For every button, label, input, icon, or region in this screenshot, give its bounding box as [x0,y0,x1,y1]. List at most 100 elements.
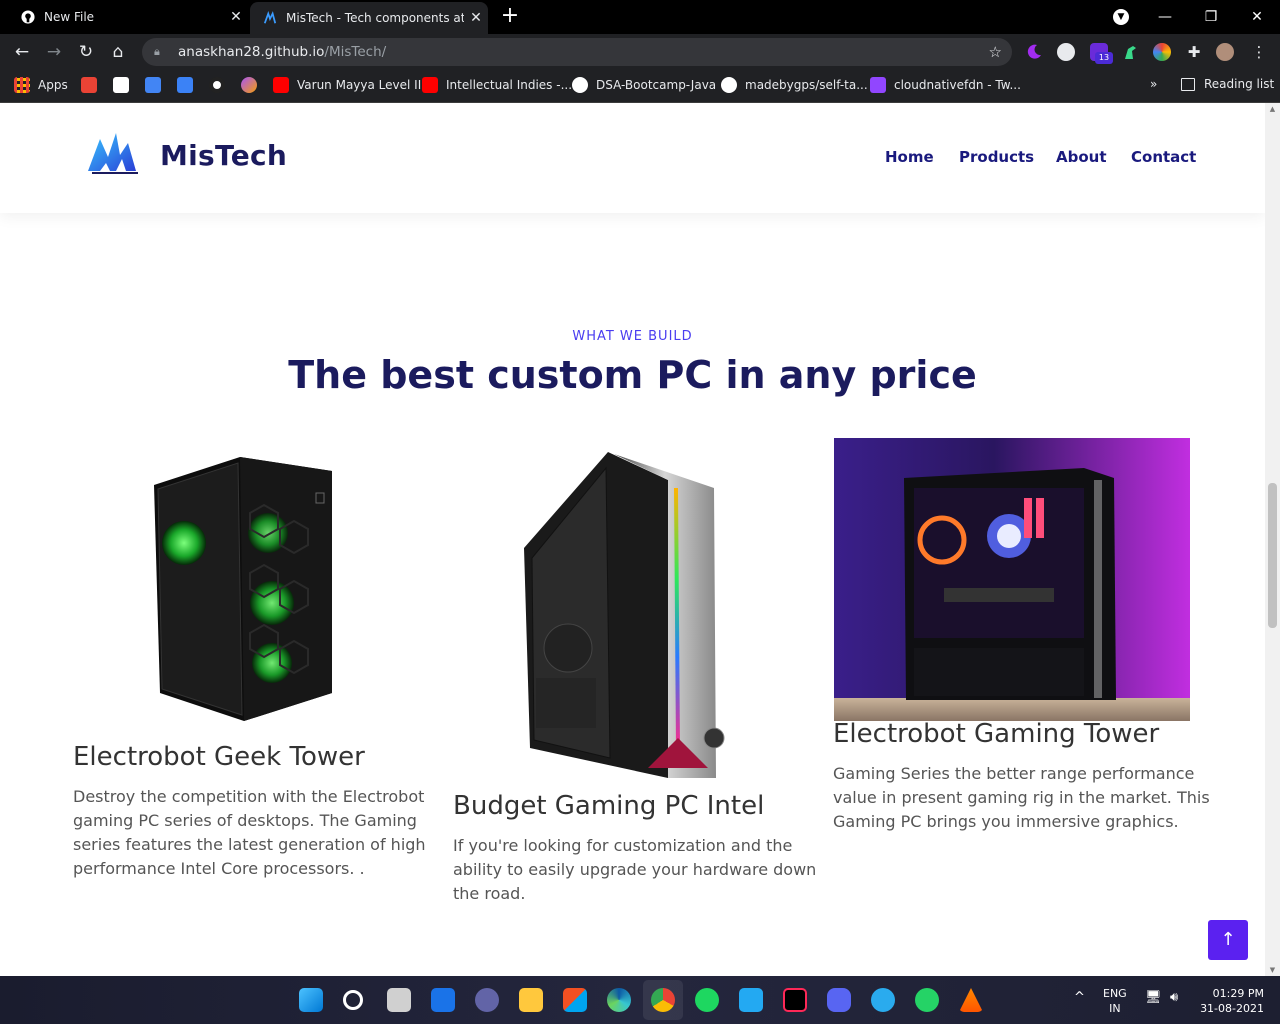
web-page: MisTech Home Products About Contact WHAT… [0,103,1265,976]
spotify-icon[interactable] [695,988,719,1012]
windows-start-icon[interactable] [299,988,323,1012]
teams-chat-icon[interactable] [475,988,499,1012]
bookmark-star-icon[interactable]: ☆ [989,43,1002,61]
nav-home[interactable]: Home [885,148,934,166]
lock-icon: 🔒︎ [154,45,160,58]
bookmark-gmail[interactable] [81,77,105,93]
gaming-tower-image [834,438,1190,721]
ghost-extension-icon[interactable] [1057,43,1075,61]
bookmarks-overflow-button[interactable]: » [1150,77,1157,91]
youtube-icon [422,77,438,93]
tab-title: New File [44,10,95,24]
clock[interactable]: 01:29 PM 31-08-2021 [1200,986,1264,1016]
reload-icon[interactable]: ↻ [74,40,98,64]
task-view-icon[interactable] [387,988,411,1012]
language-indicator[interactable]: ENG IN [1103,986,1127,1016]
restore-icon[interactable]: ❐ [1188,9,1234,25]
search-icon[interactable] [343,990,363,1010]
reading-list-button[interactable]: Reading list [1181,77,1274,91]
clock-time: 01:29 PM [1212,987,1264,1000]
volume-icon[interactable]: 🔊︎ [1170,990,1178,1005]
apps-grid-icon [14,77,30,93]
tray-overflow-icon[interactable]: ^ [1074,990,1085,1005]
tab-search-icon[interactable]: ▼ [1113,9,1129,25]
card-title-geek-tower: Electrobot Geek Tower [73,742,365,772]
intellij-icon[interactable] [783,988,807,1012]
chrome-icon[interactable] [651,988,675,1012]
new-tab-button[interactable]: + [498,5,522,29]
github-icon [572,77,588,93]
bookmark-translate[interactable] [145,77,169,93]
reading-list-icon [1181,77,1195,91]
language-code: ENG [1103,987,1127,1000]
brand-name[interactable]: MisTech [160,139,287,172]
bookmark-colorful[interactable] [241,77,265,93]
bookmark-dsa-bootcamp[interactable]: DSA-Bootcamp-Java [572,77,716,93]
widgets-icon[interactable] [431,988,455,1012]
nav-contact[interactable]: Contact [1131,148,1196,166]
page-scrollbar[interactable]: ▲ ▼ [1265,103,1280,976]
card-text-line: the road. [453,884,526,903]
vscode-icon[interactable] [739,988,763,1012]
region-code: IN [1109,1002,1121,1015]
scroll-up-arrow-icon[interactable]: ▲ [1268,105,1277,113]
scrollbar-thumb[interactable] [1268,483,1277,628]
bookmarks-bar: Apps Varun Mayya Level II Intellectual I… [0,70,1280,103]
bookmark-circle[interactable] [209,77,233,93]
card-text-line: Destroy the competition with the Electro… [73,787,425,806]
extensions-puzzle-icon[interactable]: ✚ [1185,43,1203,61]
close-window-icon[interactable]: ✕ [1234,9,1280,25]
network-icon[interactable]: 🖥︎ [1145,990,1162,1005]
bookmark-varun-mayya[interactable]: Varun Mayya Level II [273,77,421,93]
mistech-logo-icon[interactable] [86,125,142,177]
forward-icon[interactable]: → [42,40,66,64]
edge-icon[interactable] [607,988,631,1012]
bookmark-madebygps[interactable]: madebygps/self-ta... [721,77,868,93]
nav-products[interactable]: Products [959,148,1034,166]
scroll-down-arrow-icon[interactable]: ▼ [1268,966,1277,974]
nav-about[interactable]: About [1056,148,1107,166]
tab-mistech[interactable]: MisTech - Tech components at it ✕ [250,2,488,34]
address-bar[interactable]: 🔒︎ anaskhan28.github.io/MisTech/ ☆ [142,38,1012,66]
telegram-icon[interactable] [871,988,895,1012]
menu-kebab-icon[interactable]: ⋮ [1250,43,1268,61]
microsoft-store-icon[interactable] [563,988,587,1012]
card-text-line: value in present gaming rig in the marke… [833,788,1210,807]
back-icon[interactable]: ← [10,40,34,64]
bookmark-intellectual-indies[interactable]: Intellectual Indies -... [422,77,572,93]
file-explorer-icon[interactable] [519,988,543,1012]
scroll-to-top-button[interactable]: ↑ [1208,920,1248,960]
home-icon[interactable]: ⌂ [106,40,130,64]
whatsapp-icon[interactable] [915,988,939,1012]
discord-icon[interactable] [827,988,851,1012]
card-text-gaming-tower: Gaming Series the better range performan… [833,762,1210,834]
section-eyebrow: WHAT WE BUILD [572,329,693,344]
url-host: anaskhan28.github.io [178,44,325,60]
bookmark-vtu[interactable] [113,77,137,93]
dinosaur-extension-icon[interactable] [1121,43,1139,61]
close-tab-icon[interactable]: ✕ [464,10,488,26]
reading-list-label: Reading list [1204,77,1275,91]
bookmark-apps[interactable]: Apps [14,77,68,93]
tab-new-file[interactable]: New File ✕ [8,0,248,34]
github-icon [721,77,737,93]
card-title-budget-pc: Budget Gaming PC Intel [453,791,765,821]
tab-strip: New File ✕ MisTech - Tech components at … [0,0,1280,34]
bookmark-arrow[interactable] [177,77,201,93]
colorful-icon [241,77,257,93]
site-header: MisTech Home Products About Contact [0,103,1265,213]
card-text-line: If you're looking for customization and … [453,836,793,855]
bookmark-label: madebygps/self-ta... [745,78,868,92]
minimize-icon[interactable]: — [1142,9,1188,25]
vtu-icon [113,77,129,93]
bookmark-cloudnativefdn[interactable]: cloudnativefdn - Tw... [870,77,1021,93]
moon-extension-icon[interactable] [1025,43,1043,61]
color-extension-icon[interactable] [1153,43,1171,61]
bookmark-label: DSA-Bootcamp-Java [596,78,717,92]
vlc-icon[interactable] [959,988,983,1012]
close-tab-icon[interactable]: ✕ [224,9,248,25]
card-text-line: ability to easily upgrade your hardware … [453,860,817,879]
twitch-icon [870,77,886,93]
bookmark-label: Intellectual Indies -... [446,78,573,92]
avatar[interactable] [1216,43,1234,61]
